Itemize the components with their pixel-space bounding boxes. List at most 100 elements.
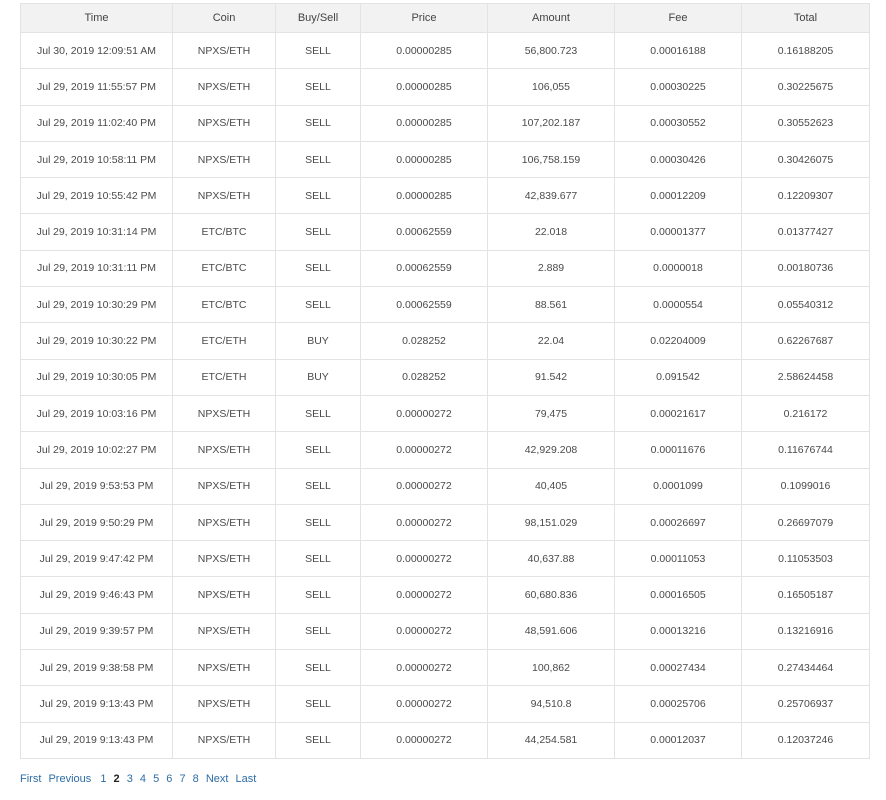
table-row: Jul 29, 2019 9:39:57 PM NPXS/ETH SELL 0.000… — [20, 612, 870, 651]
cell-coin: NPXS/ETH — [172, 467, 276, 505]
cell-amount: 44,254.581 — [487, 721, 615, 759]
cell-fee: 0.00011676 — [614, 431, 742, 469]
table-row: Jul 29, 2019 9:47:42 PM NPXS/ETH SELL 0.000… — [20, 540, 870, 578]
pagination-page-1[interactable]: 1 — [100, 773, 106, 785]
pagination-last-link[interactable]: Last — [236, 773, 257, 785]
cell-total: 0.16505187 — [741, 576, 870, 614]
cell-fee: 0.0000554 — [614, 286, 742, 324]
table-body: Jul 30, 2019 12:09:51 AM NPXS/ETH SELL 0.00… — [20, 31, 870, 759]
cell-side: SELL — [275, 540, 361, 578]
cell-total: 0.05540312 — [741, 286, 870, 324]
cell-coin: NPXS/ETH — [172, 31, 276, 70]
cell-total: 0.62267687 — [741, 322, 870, 360]
table-row: Jul 29, 2019 10:02:27 PM NPXS/ETH SELL 0.00… — [20, 431, 870, 469]
trade-history-panel: Time Coin Buy/Sell Price Amount Fee Tota… — [20, 3, 870, 759]
cell-amount: 100,862 — [487, 649, 615, 687]
column-header-time[interactable]: Time — [20, 3, 173, 33]
pagination-page-4[interactable]: 4 — [140, 773, 146, 785]
cell-fee: 0.0001099 — [614, 467, 742, 505]
pagination-page-6[interactable]: 6 — [166, 773, 172, 785]
cell-price: 0.00000272 — [360, 540, 488, 578]
table-row: Jul 30, 2019 12:09:51 AM NPXS/ETH SELL 0.00… — [20, 31, 870, 70]
cell-amount: 22.018 — [487, 213, 615, 251]
cell-coin: NPXS/ETH — [172, 721, 276, 759]
cell-time: Jul 29, 2019 9:39:57 PM — [20, 612, 173, 651]
cell-total: 0.25706937 — [741, 685, 870, 723]
cell-side: SELL — [275, 394, 361, 433]
table-row: Jul 29, 2019 10:30:05 PM ETC/ETH BUY 0.0282… — [20, 358, 870, 396]
table-header-row: Time Coin Buy/Sell Price Amount Fee Tota… — [20, 3, 870, 33]
column-header-amount[interactable]: Amount — [487, 3, 615, 33]
cell-side: SELL — [275, 31, 361, 70]
pagination-page-8[interactable]: 8 — [193, 773, 199, 785]
cell-amount: 106,055 — [487, 68, 615, 106]
cell-amount: 94,510.8 — [487, 685, 615, 723]
pagination: First Previous 1 2 3 4 5 6 7 8 Next Last — [20, 773, 260, 785]
cell-total: 0.11053503 — [741, 540, 870, 578]
table-row: Jul 29, 2019 10:31:14 PM ETC/BTC SELL 0.000… — [20, 213, 870, 251]
cell-price: 0.00000272 — [360, 685, 488, 723]
cell-price: 0.00000285 — [360, 140, 488, 179]
cell-side: BUY — [275, 358, 361, 396]
cell-price: 0.00062559 — [360, 249, 488, 288]
cell-price: 0.00000272 — [360, 612, 488, 651]
cell-amount: 107,202.187 — [487, 104, 615, 142]
cell-price: 0.00000285 — [360, 31, 488, 70]
column-header-side[interactable]: Buy/Sell — [275, 3, 361, 33]
cell-side: SELL — [275, 140, 361, 179]
cell-fee: 0.091542 — [614, 358, 742, 396]
cell-time: Jul 29, 2019 9:46:43 PM — [20, 576, 173, 614]
cell-coin: NPXS/ETH — [172, 104, 276, 142]
table-row: Jul 29, 2019 9:46:43 PM NPXS/ETH SELL 0.000… — [20, 576, 870, 614]
pagination-first-link[interactable]: First — [20, 773, 41, 785]
cell-side: SELL — [275, 685, 361, 723]
cell-amount: 56,800.723 — [487, 31, 615, 70]
cell-time: Jul 29, 2019 11:02:40 PM — [20, 104, 173, 142]
cell-coin: NPXS/ETH — [172, 140, 276, 179]
cell-coin: ETC/BTC — [172, 213, 276, 251]
column-header-price[interactable]: Price — [360, 3, 488, 33]
pagination-previous-link[interactable]: Previous — [48, 773, 91, 785]
cell-coin: NPXS/ETH — [172, 685, 276, 723]
cell-time: Jul 29, 2019 9:13:43 PM — [20, 721, 173, 759]
cell-side: SELL — [275, 104, 361, 142]
cell-coin: NPXS/ETH — [172, 649, 276, 687]
cell-coin: ETC/ETH — [172, 322, 276, 360]
cell-fee: 0.00012209 — [614, 177, 742, 215]
cell-side: SELL — [275, 721, 361, 759]
cell-coin: NPXS/ETH — [172, 394, 276, 433]
column-header-coin[interactable]: Coin — [172, 3, 276, 33]
cell-time: Jul 29, 2019 9:50:29 PM — [20, 503, 173, 542]
cell-amount: 40,637.88 — [487, 540, 615, 578]
cell-total: 0.16188205 — [741, 31, 870, 70]
cell-time: Jul 29, 2019 10:30:22 PM — [20, 322, 173, 360]
cell-coin: ETC/BTC — [172, 286, 276, 324]
table-row: Jul 29, 2019 9:50:29 PM NPXS/ETH SELL 0.000… — [20, 503, 870, 542]
pagination-page-5[interactable]: 5 — [153, 773, 159, 785]
cell-price: 0.00000285 — [360, 104, 488, 142]
cell-total: 0.00180736 — [741, 249, 870, 288]
cell-time: Jul 29, 2019 9:47:42 PM — [20, 540, 173, 578]
table-row: Jul 29, 2019 10:55:42 PM NPXS/ETH SELL 0.00… — [20, 177, 870, 215]
table-row: Jul 29, 2019 9:38:58 PM NPXS/ETH SELL 0.000… — [20, 649, 870, 687]
cell-side: SELL — [275, 431, 361, 469]
cell-fee: 0.00016505 — [614, 576, 742, 614]
table-row: Jul 29, 2019 10:30:29 PM ETC/BTC SELL 0.000… — [20, 286, 870, 324]
pagination-next-link[interactable]: Next — [206, 773, 229, 785]
cell-side: SELL — [275, 612, 361, 651]
cell-amount: 88.561 — [487, 286, 615, 324]
table-row: Jul 29, 2019 10:58:11 PM NPXS/ETH SELL 0.00… — [20, 140, 870, 179]
pagination-page-7[interactable]: 7 — [179, 773, 185, 785]
cell-price: 0.00000272 — [360, 503, 488, 542]
cell-price: 0.00000272 — [360, 467, 488, 505]
table-row: Jul 29, 2019 9:13:43 PM NPXS/ETH SELL 0.000… — [20, 685, 870, 723]
column-header-fee[interactable]: Fee — [614, 3, 742, 33]
column-header-total[interactable]: Total — [741, 3, 870, 33]
trade-history-table: Time Coin Buy/Sell Price Amount Fee Tota… — [20, 3, 870, 759]
cell-side: SELL — [275, 503, 361, 542]
cell-side: BUY — [275, 322, 361, 360]
cell-amount: 79,475 — [487, 394, 615, 433]
pagination-page-3[interactable]: 3 — [127, 773, 133, 785]
cell-fee: 0.00013216 — [614, 612, 742, 651]
cell-total: 0.216172 — [741, 394, 870, 433]
